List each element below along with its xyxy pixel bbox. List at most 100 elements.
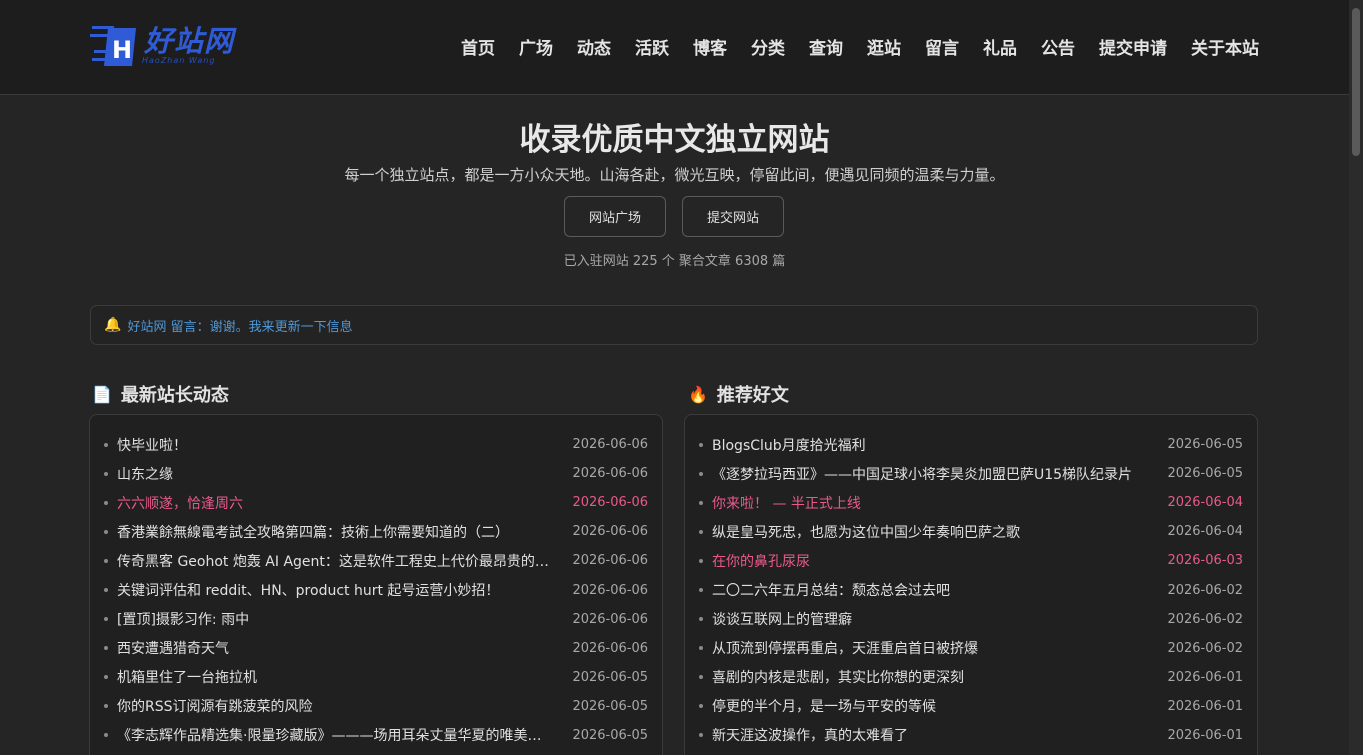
list-item-title[interactable]: 新天涯这波操作，真的太难看了 — [712, 725, 1149, 745]
bullet-dot — [104, 588, 108, 593]
list-item-date: 2026-06-04 — [1167, 495, 1243, 511]
recommend-list: BlogsClub月度拾光福利 2026-06-05 《逐梦拉玛西亚》——中国足球小… — [684, 414, 1258, 755]
nav-active[interactable]: 活跃 — [635, 34, 669, 59]
list-item-title[interactable]: 快毕业啦！ — [117, 435, 554, 455]
list-item-date: 2026-06-04 — [1167, 524, 1243, 540]
list-item-title[interactable]: 谈谈互联网上的管理癖 — [712, 609, 1149, 629]
notice-text[interactable]: 好站网 留言：谢谢。我来更新一下信息 — [127, 316, 352, 335]
list-item[interactable]: 你的RSS订阅源有跳菠菜的风险 2026-06-05 — [90, 692, 662, 721]
list-item[interactable]: BlogsClub月度拾光福利 2026-06-05 — [685, 430, 1257, 459]
list-item-date: 2026-06-01 — [1167, 698, 1243, 714]
list-item-title[interactable]: 《逐梦拉玛西亚》——中国足球小将李昊炎加盟巴萨U15梯队纪录片 — [712, 464, 1149, 484]
site-plaza-button[interactable]: 网站广场 — [564, 196, 666, 237]
list-item-date: 2026-06-06 — [572, 495, 648, 511]
list-item-date: 2026-06-06 — [572, 611, 648, 627]
list-item[interactable]: 六六顺遂，恰逢周六 2026-06-06 — [90, 488, 662, 517]
svg-text:H: H — [112, 36, 132, 64]
list-item[interactable]: 新天涯这波操作，真的太难看了 2026-06-01 — [685, 721, 1257, 750]
list-item[interactable]: 快毕业啦！ 2026-06-06 — [90, 430, 662, 459]
list-item[interactable]: 纵是皇马死忠，也愿为这位中国少年奏响巴萨之歌 2026-06-04 — [685, 517, 1257, 546]
list-item[interactable]: 从顶流到停摆再重启，天涯重启首日被挤爆 2026-06-02 — [685, 634, 1257, 663]
list-item-date: 2026-06-06 — [572, 524, 648, 540]
scrollbar[interactable] — [1349, 0, 1363, 755]
list-item-date: 2026-06-02 — [1167, 582, 1243, 598]
list-item-date: 2026-06-06 — [572, 582, 648, 598]
list-item[interactable]: 机箱里住了一台拖拉机 2026-06-05 — [90, 663, 662, 692]
list-item-title[interactable]: 西安遭遇猎奇天气 — [117, 638, 554, 658]
bullet-dot — [699, 529, 703, 534]
list-item[interactable]: 山东之缘 2026-06-06 — [90, 459, 662, 488]
bullet-dot — [104, 500, 108, 505]
logo-text: 好站网 — [144, 24, 235, 58]
bullet-dot — [699, 471, 703, 476]
nav-plaza[interactable]: 广场 — [519, 34, 553, 59]
list-item[interactable]: 西安遭遇猎奇天气 2026-06-06 — [90, 634, 662, 663]
list-item-date: 2026-06-05 — [1167, 466, 1243, 482]
list-item-date: 2026-06-01 — [1167, 669, 1243, 685]
list-item-title[interactable]: 你来啦！ — 半正式上线 — [712, 493, 1149, 513]
list-item-title[interactable]: 《李志辉作品精选集·限量珍藏版》———场用耳朵丈量华夏的唯美旅程 — [117, 725, 554, 745]
nav-gifts[interactable]: 礼品 — [983, 34, 1017, 59]
list-item-title[interactable]: 香港業餘無線電考試全攻略第四篇：技術上你需要知道的（二） — [117, 522, 554, 542]
bullet-dot — [699, 588, 703, 593]
recommend-section-title: 🔥 推荐好文 — [688, 381, 789, 407]
site-stats: 已入驻网站 225 个 聚合文章 6308 篇 — [563, 254, 786, 269]
nav-query[interactable]: 查询 — [809, 34, 843, 59]
list-item-date: 2026-06-05 — [572, 669, 648, 685]
nav-activity[interactable]: 动态 — [577, 34, 611, 59]
site-logo[interactable]: H 好站网 HaoZhan Wang — [90, 18, 260, 70]
list-item[interactable]: 喜剧的内核是悲剧，其实比你想的更深刻 2026-06-01 — [685, 663, 1257, 692]
bell-icon: 🔔 — [104, 317, 122, 333]
bullet-dot — [104, 529, 108, 534]
list-item-title[interactable]: [置顶]摄影习作: 雨中 — [117, 609, 554, 629]
list-item[interactable]: 《李志辉作品精选集·限量珍藏版》———场用耳朵丈量华夏的唯美旅程 2026-06-… — [90, 721, 662, 750]
list-item-title[interactable]: 六六顺遂，恰逢周六 — [117, 493, 554, 513]
list-item-date: 2026-06-05 — [572, 698, 648, 714]
list-item-title[interactable]: 纵是皇马死忠，也愿为这位中国少年奏响巴萨之歌 — [712, 522, 1149, 542]
list-item-title[interactable]: 你的RSS订阅源有跳菠菜的风险 — [117, 696, 554, 716]
nav-category[interactable]: 分类 — [751, 34, 785, 59]
nav-home[interactable]: 首页 — [461, 34, 495, 59]
list-item[interactable]: 你来啦！ — 半正式上线 2026-06-04 — [685, 488, 1257, 517]
logo-subtitle: HaoZhan Wang — [142, 56, 216, 65]
scrollbar-thumb[interactable] — [1352, 8, 1360, 156]
list-item-title[interactable]: 关键词评估和 reddit、HN、product hurt 起号运营小妙招！ — [117, 580, 554, 600]
list-item[interactable]: 关键词评估和 reddit、HN、product hurt 起号运营小妙招！ 20… — [90, 575, 662, 604]
list-item-date: 2026-06-05 — [1167, 437, 1243, 453]
nav-browse[interactable]: 逛站 — [867, 34, 901, 59]
list-item-title[interactable]: 从顶流到停摆再重启，天涯重启首日被挤爆 — [712, 638, 1149, 658]
list-item-title[interactable]: 喜剧的内核是悲剧，其实比你想的更深刻 — [712, 667, 1149, 687]
bullet-dot — [699, 617, 703, 622]
list-item-title[interactable]: 传奇黑客 Geohot 炮轰 AI Agent：这是软件工程史上代价最昂贵的灾难 — [117, 551, 554, 571]
list-item[interactable]: 谈谈互联网上的管理癖 2026-06-02 — [685, 605, 1257, 634]
list-item-title[interactable]: BlogsClub月度拾光福利 — [712, 435, 1149, 455]
list-item-title[interactable]: 二〇二六年五月总结：颓态总会过去吧 — [712, 580, 1149, 600]
list-item-date: 2026-06-02 — [1167, 611, 1243, 627]
list-item-title[interactable]: 山东之缘 — [117, 464, 554, 484]
list-item[interactable]: 香港業餘無線電考試全攻略第四篇：技術上你需要知道的（二） 2026-06-06 — [90, 517, 662, 546]
bullet-dot — [699, 442, 703, 447]
document-icon: 📄 — [92, 384, 112, 404]
list-item[interactable]: 停更的半个月，是一场与平安的等候 2026-06-01 — [685, 692, 1257, 721]
list-item[interactable]: 传奇黑客 Geohot 炮轰 AI Agent：这是软件工程史上代价最昂贵的灾难… — [90, 546, 662, 575]
nav-announcement[interactable]: 公告 — [1041, 34, 1075, 59]
nav-guestbook[interactable]: 留言 — [925, 34, 959, 59]
list-item[interactable]: [置顶]摄影习作: 雨中 2026-06-06 — [90, 605, 662, 634]
submit-site-button[interactable]: 提交网站 — [682, 196, 784, 237]
bullet-dot — [699, 704, 703, 709]
nav-blog[interactable]: 博客 — [693, 34, 727, 59]
list-item-title[interactable]: 停更的半个月，是一场与平安的等候 — [712, 696, 1149, 716]
list-item[interactable]: 二〇二六年五月总结：颓态总会过去吧 2026-06-02 — [685, 575, 1257, 604]
list-item-date: 2026-06-02 — [1167, 640, 1243, 656]
notice-bar[interactable]: 🔔 好站网 留言：谢谢。我来更新一下信息 — [90, 305, 1258, 345]
fire-icon: 🔥 — [688, 384, 708, 404]
nav-about[interactable]: 关于本站 — [1191, 34, 1259, 59]
bullet-dot — [104, 704, 108, 709]
list-item-title[interactable]: 机箱里住了一台拖拉机 — [117, 667, 554, 687]
bullet-dot — [699, 646, 703, 651]
nav-submit[interactable]: 提交申请 — [1099, 34, 1167, 59]
list-item[interactable]: 在你的鼻孔尿尿 2026-06-03 — [685, 546, 1257, 575]
list-item-title[interactable]: 在你的鼻孔尿尿 — [712, 551, 1149, 571]
list-item-date: 2026-06-03 — [1167, 553, 1243, 569]
list-item[interactable]: 《逐梦拉玛西亚》——中国足球小将李昊炎加盟巴萨U15梯队纪录片 2026-06-0… — [685, 459, 1257, 488]
